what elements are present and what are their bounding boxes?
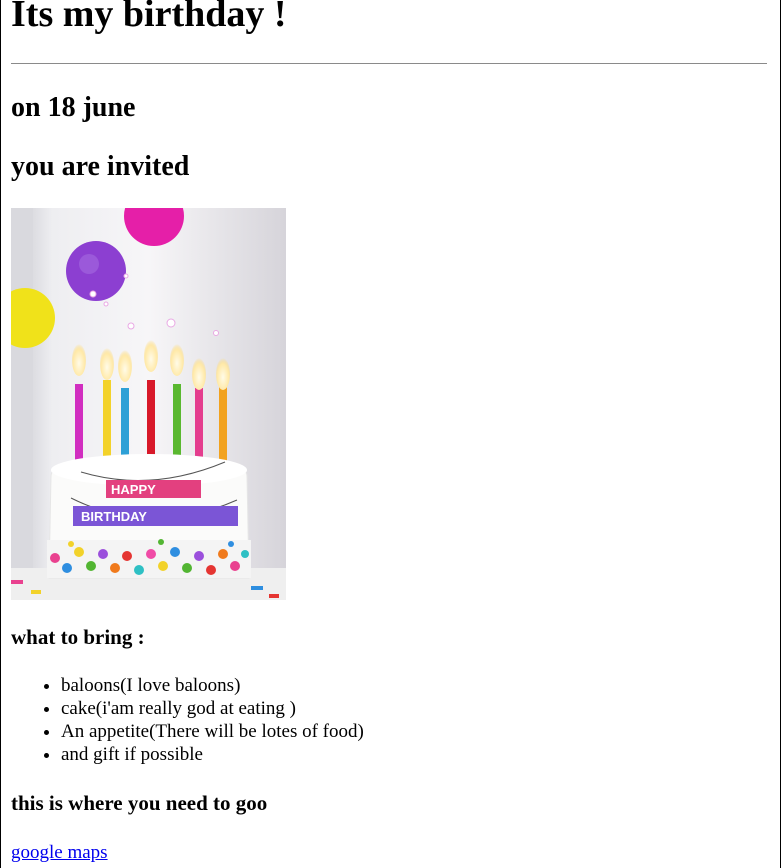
title-divider — [11, 63, 767, 64]
list-item: cake(i'am really god at eating ) — [61, 697, 364, 720]
birthday-cake-image: HAPPY BIRTHDAY — [11, 208, 286, 600]
list-item: and gift if possible — [61, 743, 364, 766]
date-heading: on 18 june — [11, 92, 136, 123]
bring-list: baloons(I love baloons) cake(i'am really… — [11, 674, 364, 766]
bring-heading: what to bring : — [11, 625, 145, 649]
google-maps-link[interactable]: google maps — [11, 841, 108, 865]
cake-banner-text-2: BIRTHDAY — [81, 509, 147, 524]
list-item: baloons(I love baloons) — [61, 674, 364, 697]
page-title: Its my birthday ! — [11, 0, 287, 35]
list-item: An appetite(There will be lotes of food) — [61, 720, 364, 743]
where-heading: this is where you need to goo — [11, 791, 268, 815]
cake-banner-text-1: HAPPY — [111, 482, 156, 497]
invited-heading: you are invited — [11, 151, 190, 182]
